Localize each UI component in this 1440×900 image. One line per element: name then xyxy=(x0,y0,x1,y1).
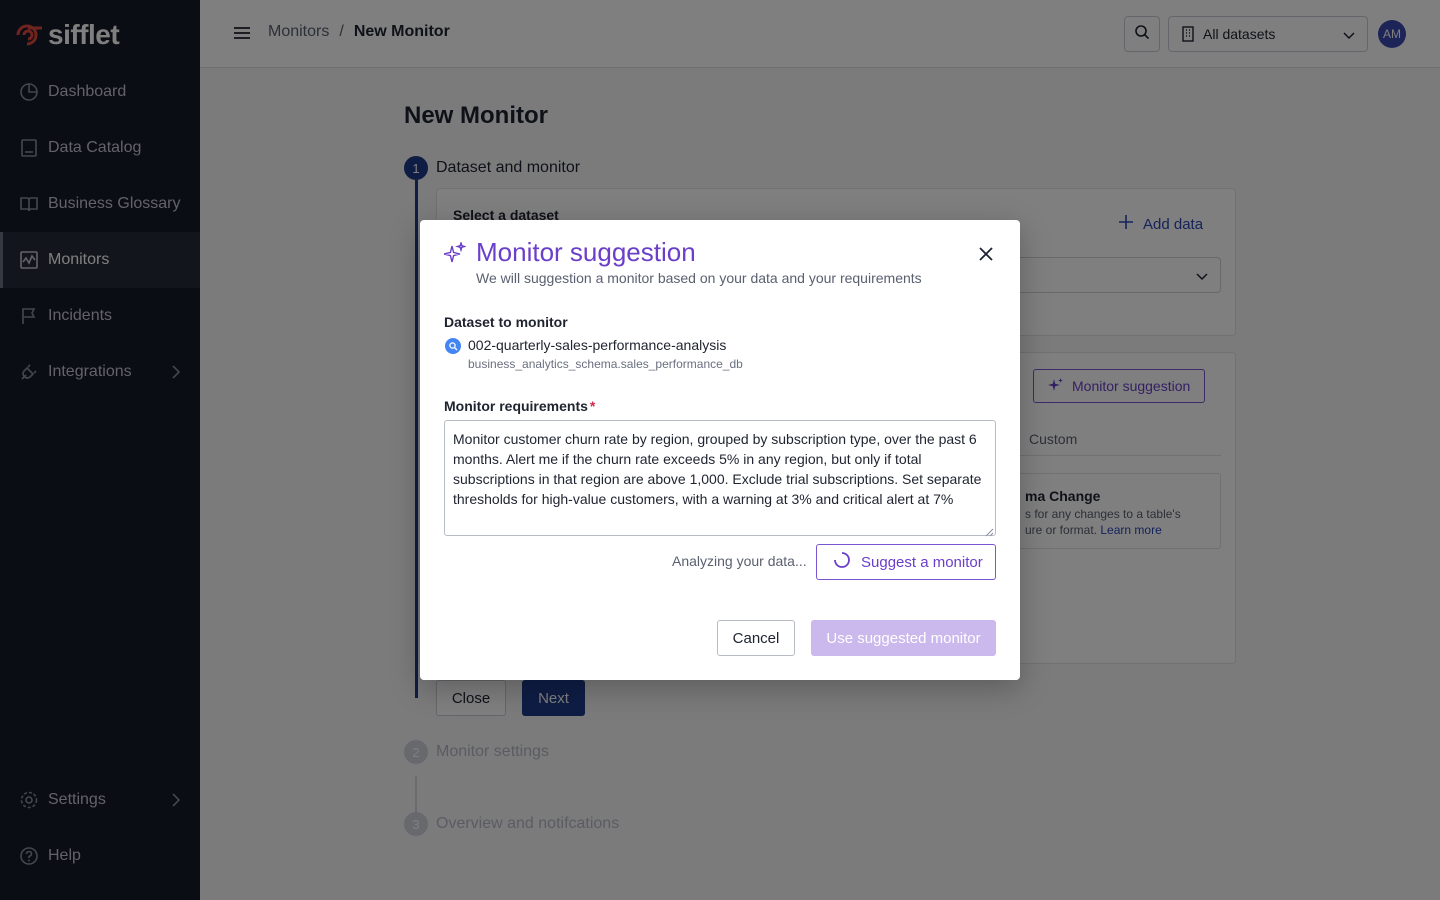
monitor-requirements-label: Monitor requirements * xyxy=(444,398,595,414)
dataset-to-monitor-label: Dataset to monitor xyxy=(444,314,568,330)
suggest-monitor-button[interactable]: Suggest a monitor xyxy=(816,544,996,580)
required-asterisk: * xyxy=(589,398,596,414)
use-suggested-monitor-button[interactable]: Use suggested monitor xyxy=(811,620,996,656)
resize-handle-icon[interactable] xyxy=(984,524,994,542)
dataset-path: business_analytics_schema.sales_performa… xyxy=(468,357,743,371)
bigquery-icon xyxy=(445,338,461,354)
monitor-suggestion-dialog: Monitor suggestion We will suggestion a … xyxy=(420,220,1020,680)
requirements-label-text: Monitor requirements xyxy=(444,398,588,414)
cancel-button[interactable]: Cancel xyxy=(717,620,795,656)
analyzing-status: Analyzing your data... xyxy=(672,553,807,569)
dialog-subtitle: We will suggestion a monitor based on yo… xyxy=(476,270,922,286)
loading-spinner-icon xyxy=(833,551,851,573)
close-icon[interactable] xyxy=(976,244,996,264)
monitor-requirements-textarea[interactable]: Monitor customer churn rate by region, g… xyxy=(444,420,996,536)
sparkle-icon xyxy=(443,240,467,269)
dialog-title: Monitor suggestion xyxy=(476,237,696,267)
suggest-monitor-label: Suggest a monitor xyxy=(861,553,983,571)
dataset-name: 002-quarterly-sales-performance-analysis xyxy=(468,337,727,353)
